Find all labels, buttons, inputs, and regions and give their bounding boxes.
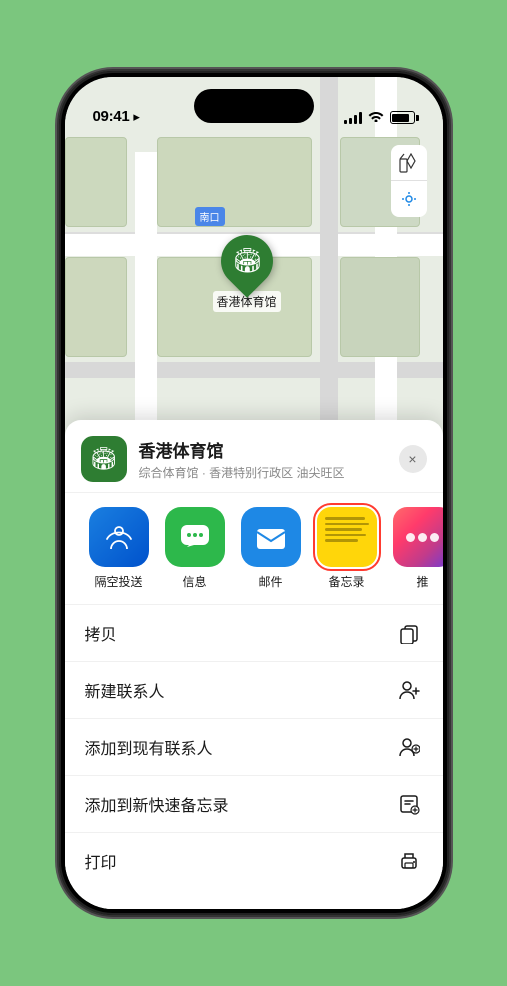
status-icons bbox=[344, 110, 415, 125]
airdrop-label: 隔空投送 bbox=[94, 573, 142, 590]
notes-label: 备忘录 bbox=[328, 573, 364, 590]
person-plus-icon bbox=[395, 733, 423, 761]
copy-label: 拷贝 bbox=[85, 621, 117, 645]
new-contact-label: 新建联系人 bbox=[85, 678, 165, 702]
print-label: 打印 bbox=[85, 849, 117, 873]
location-button[interactable] bbox=[391, 181, 427, 217]
map-controls bbox=[391, 145, 427, 217]
share-row: 隔空投送 信息 bbox=[65, 493, 443, 605]
share-mail[interactable]: 邮件 bbox=[233, 507, 309, 590]
person-add-icon bbox=[395, 676, 423, 704]
airdrop-icon bbox=[89, 507, 149, 567]
messages-label: 信息 bbox=[182, 573, 206, 590]
close-button[interactable]: × bbox=[399, 445, 427, 473]
status-time: 09:41 bbox=[93, 108, 130, 125]
phone-screen: 09:41 ▸ bbox=[65, 77, 443, 909]
map-label: 南口 bbox=[195, 207, 225, 226]
signal-bars-icon bbox=[344, 112, 362, 124]
add-existing-label: 添加到现有联系人 bbox=[85, 735, 213, 759]
copy-icon bbox=[395, 619, 423, 647]
venue-icon: 🏟 bbox=[81, 436, 127, 482]
location-arrow-icon: ▸ bbox=[133, 109, 140, 125]
venue-name: 香港体育馆 bbox=[139, 437, 387, 462]
map-type-button[interactable] bbox=[391, 145, 427, 181]
more-label: 推 bbox=[416, 573, 428, 590]
more-icon bbox=[393, 507, 443, 567]
quick-note-label: 添加到新快速备忘录 bbox=[85, 792, 229, 816]
action-add-existing[interactable]: 添加到现有联系人 bbox=[65, 719, 443, 776]
stadium-icon: 🏟 bbox=[231, 247, 261, 276]
location-pin: 🏟 香港体育馆 bbox=[213, 235, 281, 312]
sheet-header: 🏟 香港体育馆 综合体育馆 · 香港特别行政区 油尖旺区 × bbox=[65, 420, 443, 493]
share-airdrop[interactable]: 隔空投送 bbox=[81, 507, 157, 590]
notes-icon bbox=[317, 507, 377, 567]
action-copy[interactable]: 拷贝 bbox=[65, 605, 443, 662]
action-quick-note[interactable]: 添加到新快速备忘录 bbox=[65, 776, 443, 833]
share-more[interactable]: 推 bbox=[385, 507, 443, 590]
mail-label: 邮件 bbox=[258, 573, 282, 590]
mail-icon bbox=[241, 507, 301, 567]
note-add-icon bbox=[395, 790, 423, 818]
venue-subtitle: 综合体育馆 · 香港特别行政区 油尖旺区 bbox=[139, 464, 387, 481]
action-print[interactable]: 打印 bbox=[65, 833, 443, 889]
bottom-sheet: 🏟 香港体育馆 综合体育馆 · 香港特别行政区 油尖旺区 × bbox=[65, 420, 443, 909]
venue-info: 香港体育馆 综合体育馆 · 香港特别行政区 油尖旺区 bbox=[139, 437, 387, 481]
printer-icon bbox=[395, 847, 423, 875]
wifi-icon bbox=[368, 110, 384, 125]
battery-icon bbox=[390, 111, 415, 124]
messages-icon bbox=[165, 507, 225, 567]
phone-frame: 09:41 ▸ bbox=[59, 71, 449, 915]
dynamic-island bbox=[194, 89, 314, 123]
action-list: 拷贝 新建联系人 bbox=[65, 605, 443, 889]
share-messages[interactable]: 信息 bbox=[157, 507, 233, 590]
action-new-contact[interactable]: 新建联系人 bbox=[65, 662, 443, 719]
share-notes[interactable]: 备忘录 bbox=[309, 507, 385, 590]
